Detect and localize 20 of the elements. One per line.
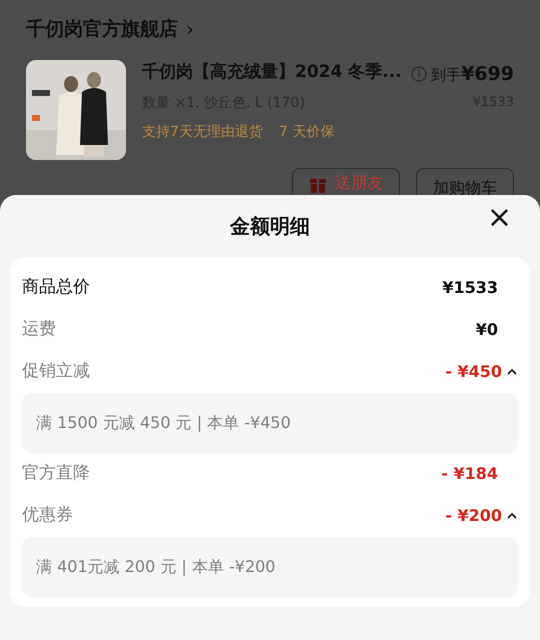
discount-detail: 满 401元减 200 元 | 本单 -¥200 (22, 537, 518, 597)
price-value: ¥0 (476, 319, 498, 341)
price-value: ¥1533 (442, 277, 498, 299)
service-tag: 支持7天无理由退货 (142, 122, 263, 142)
chevron-icon: › (186, 14, 194, 44)
price-label: 优惠券 (22, 504, 73, 528)
store-name[interactable]: 千仞岗官方旗舰店 (26, 14, 178, 44)
service-tag: 7 天价保 (278, 122, 334, 142)
discount-detail: 满 1500 元减 450 元 | 本单 -¥450 (22, 393, 518, 453)
price-value: - ¥184 (441, 463, 498, 485)
close-button[interactable]: × (480, 203, 518, 233)
sheet-title: 金额明细 (230, 213, 310, 240)
price-label: 运费 (22, 318, 56, 342)
price-label: 官方直降 (22, 462, 90, 486)
product-title[interactable]: 千仞岗【高充绒量】2024 冬季... (142, 60, 402, 86)
price-label: 促销立减 (22, 360, 90, 384)
price-value: - ¥450 (445, 361, 502, 383)
price-label: 商品总价 (22, 276, 90, 300)
final-price: 到手¥699 (431, 62, 514, 87)
price-value: - ¥200 (445, 505, 502, 527)
